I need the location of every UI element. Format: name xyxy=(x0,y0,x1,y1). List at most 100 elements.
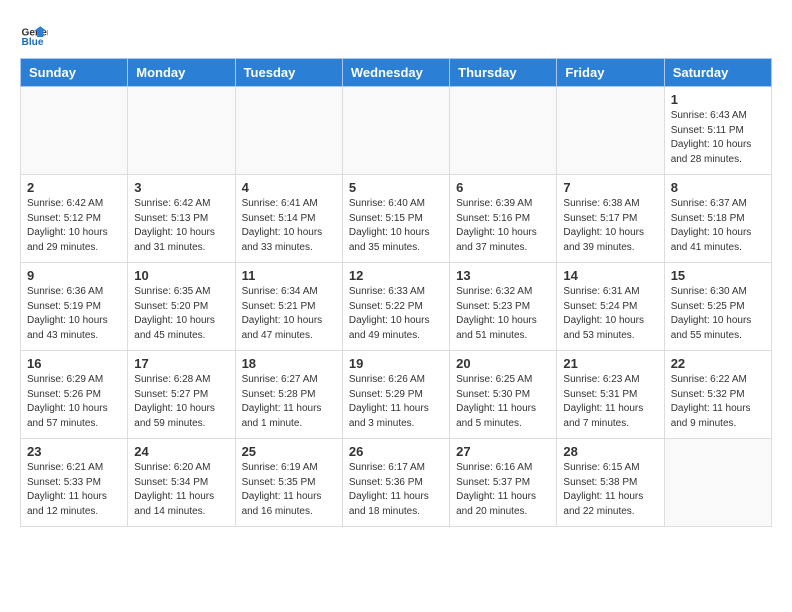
calendar-cell: 11 Sunrise: 6:34 AM Sunset: 5:21 PM Dayli… xyxy=(235,263,342,351)
calendar-cell: 1 Sunrise: 6:43 AM Sunset: 5:11 PM Daylig… xyxy=(664,87,771,175)
logo: General Blue xyxy=(20,20,52,48)
day-number: 2 xyxy=(27,180,121,195)
calendar-cell: 20 Sunrise: 6:25 AM Sunset: 5:30 PM Dayli… xyxy=(450,351,557,439)
day-info: Sunrise: 6:34 AM Sunset: 5:21 PM Dayligh… xyxy=(242,285,336,343)
day-number: 1 xyxy=(671,92,765,107)
day-info: Sunrise: 6:37 AM Sunset: 5:18 PM Dayligh… xyxy=(671,197,765,255)
calendar-cell xyxy=(450,87,557,175)
weekday-header-sunday: Sunday xyxy=(21,59,128,87)
day-info: Sunrise: 6:21 AM Sunset: 5:33 PM Dayligh… xyxy=(27,461,121,519)
day-info: Sunrise: 6:23 AM Sunset: 5:31 PM Dayligh… xyxy=(563,373,657,431)
calendar-cell: 9Sunrise: 6:36 AM Sunset: 5:19 PM Daylig… xyxy=(21,263,128,351)
day-info: Sunrise: 6:15 AM Sunset: 5:38 PM Dayligh… xyxy=(563,461,657,519)
day-info: Sunrise: 6:25 AM Sunset: 5:30 PM Dayligh… xyxy=(456,373,550,431)
day-number: 24 xyxy=(134,444,228,459)
day-number: 17 xyxy=(134,356,228,371)
day-info: Sunrise: 6:16 AM Sunset: 5:37 PM Dayligh… xyxy=(456,461,550,519)
day-info: Sunrise: 6:17 AM Sunset: 5:36 PM Dayligh… xyxy=(349,461,443,519)
day-number: 3 xyxy=(134,180,228,195)
calendar-cell: 8 Sunrise: 6:37 AM Sunset: 5:18 PM Daylig… xyxy=(664,175,771,263)
day-number: 12 xyxy=(349,268,443,283)
calendar-cell xyxy=(557,87,664,175)
calendar-cell: 25 Sunrise: 6:19 AM Sunset: 5:35 PM Dayli… xyxy=(235,439,342,527)
calendar-cell xyxy=(664,439,771,527)
calendar-cell: 22 Sunrise: 6:22 AM Sunset: 5:32 PM Dayli… xyxy=(664,351,771,439)
calendar-cell: 3 Sunrise: 6:42 AM Sunset: 5:13 PM Daylig… xyxy=(128,175,235,263)
week-row-2: 2 Sunrise: 6:42 AM Sunset: 5:12 PM Daylig… xyxy=(21,175,772,263)
day-number: 8 xyxy=(671,180,765,195)
calendar-cell: 7 Sunrise: 6:38 AM Sunset: 5:17 PM Daylig… xyxy=(557,175,664,263)
day-info: Sunrise: 6:22 AM Sunset: 5:32 PM Dayligh… xyxy=(671,373,765,431)
weekday-header-saturday: Saturday xyxy=(664,59,771,87)
calendar-cell xyxy=(128,87,235,175)
weekday-header-thursday: Thursday xyxy=(450,59,557,87)
day-number: 13 xyxy=(456,268,550,283)
day-info: Sunrise: 6:29 AM Sunset: 5:26 PM Dayligh… xyxy=(27,373,121,431)
day-number: 28 xyxy=(563,444,657,459)
calendar-cell: 5 Sunrise: 6:40 AM Sunset: 5:15 PM Daylig… xyxy=(342,175,449,263)
day-info: Sunrise: 6:42 AM Sunset: 5:13 PM Dayligh… xyxy=(134,197,228,255)
day-info: Sunrise: 6:20 AM Sunset: 5:34 PM Dayligh… xyxy=(134,461,228,519)
calendar-cell: 10 Sunrise: 6:35 AM Sunset: 5:20 PM Dayli… xyxy=(128,263,235,351)
day-info: Sunrise: 6:27 AM Sunset: 5:28 PM Dayligh… xyxy=(242,373,336,431)
calendar-cell: 4 Sunrise: 6:41 AM Sunset: 5:14 PM Daylig… xyxy=(235,175,342,263)
day-number: 25 xyxy=(242,444,336,459)
day-info: Sunrise: 6:19 AM Sunset: 5:35 PM Dayligh… xyxy=(242,461,336,519)
day-number: 4 xyxy=(242,180,336,195)
calendar-cell xyxy=(342,87,449,175)
day-info: Sunrise: 6:40 AM Sunset: 5:15 PM Dayligh… xyxy=(349,197,443,255)
calendar-cell: 17 Sunrise: 6:28 AM Sunset: 5:27 PM Dayli… xyxy=(128,351,235,439)
weekday-header-friday: Friday xyxy=(557,59,664,87)
day-number: 5 xyxy=(349,180,443,195)
day-number: 11 xyxy=(242,268,336,283)
week-row-5: 23 Sunrise: 6:21 AM Sunset: 5:33 PM Dayli… xyxy=(21,439,772,527)
day-number: 10 xyxy=(134,268,228,283)
day-info: Sunrise: 6:28 AM Sunset: 5:27 PM Dayligh… xyxy=(134,373,228,431)
calendar-cell: 28 Sunrise: 6:15 AM Sunset: 5:38 PM Dayli… xyxy=(557,439,664,527)
calendar-cell: 13 Sunrise: 6:32 AM Sunset: 5:23 PM Dayli… xyxy=(450,263,557,351)
day-info: Sunrise: 6:30 AM Sunset: 5:25 PM Dayligh… xyxy=(671,285,765,343)
day-info: Sunrise: 6:41 AM Sunset: 5:14 PM Dayligh… xyxy=(242,197,336,255)
day-info: Sunrise: 6:42 AM Sunset: 5:12 PM Dayligh… xyxy=(27,197,121,255)
day-number: 19 xyxy=(349,356,443,371)
day-number: 20 xyxy=(456,356,550,371)
calendar-cell: 27 Sunrise: 6:16 AM Sunset: 5:37 PM Dayli… xyxy=(450,439,557,527)
day-number: 21 xyxy=(563,356,657,371)
day-info: Sunrise: 6:32 AM Sunset: 5:23 PM Dayligh… xyxy=(456,285,550,343)
calendar-cell: 26Sunrise: 6:17 AM Sunset: 5:36 PM Dayli… xyxy=(342,439,449,527)
day-number: 9 xyxy=(27,268,121,283)
calendar-cell: 12 Sunrise: 6:33 AM Sunset: 5:22 PM Dayli… xyxy=(342,263,449,351)
day-number: 23 xyxy=(27,444,121,459)
calendar-cell: 18 Sunrise: 6:27 AM Sunset: 5:28 PM Dayli… xyxy=(235,351,342,439)
day-info: Sunrise: 6:35 AM Sunset: 5:20 PM Dayligh… xyxy=(134,285,228,343)
week-row-1: 1 Sunrise: 6:43 AM Sunset: 5:11 PM Daylig… xyxy=(21,87,772,175)
weekday-header-tuesday: Tuesday xyxy=(235,59,342,87)
day-number: 14 xyxy=(563,268,657,283)
calendar-cell: 24 Sunrise: 6:20 AM Sunset: 5:34 PM Dayli… xyxy=(128,439,235,527)
day-number: 15 xyxy=(671,268,765,283)
logo-icon: General Blue xyxy=(20,20,48,48)
day-number: 18 xyxy=(242,356,336,371)
page-header: General Blue xyxy=(20,20,772,48)
day-info: Sunrise: 6:39 AM Sunset: 5:16 PM Dayligh… xyxy=(456,197,550,255)
weekday-header-wednesday: Wednesday xyxy=(342,59,449,87)
day-info: Sunrise: 6:31 AM Sunset: 5:24 PM Dayligh… xyxy=(563,285,657,343)
day-number: 27 xyxy=(456,444,550,459)
week-row-3: 9Sunrise: 6:36 AM Sunset: 5:19 PM Daylig… xyxy=(21,263,772,351)
calendar-table: SundayMondayTuesdayWednesdayThursdayFrid… xyxy=(20,58,772,527)
calendar-cell xyxy=(235,87,342,175)
weekday-header-row: SundayMondayTuesdayWednesdayThursdayFrid… xyxy=(21,59,772,87)
day-number: 6 xyxy=(456,180,550,195)
calendar-cell: 14 Sunrise: 6:31 AM Sunset: 5:24 PM Dayli… xyxy=(557,263,664,351)
weekday-header-monday: Monday xyxy=(128,59,235,87)
day-info: Sunrise: 6:43 AM Sunset: 5:11 PM Dayligh… xyxy=(671,109,765,167)
calendar-cell: 19 Sunrise: 6:26 AM Sunset: 5:29 PM Dayli… xyxy=(342,351,449,439)
day-info: Sunrise: 6:26 AM Sunset: 5:29 PM Dayligh… xyxy=(349,373,443,431)
day-number: 22 xyxy=(671,356,765,371)
day-info: Sunrise: 6:33 AM Sunset: 5:22 PM Dayligh… xyxy=(349,285,443,343)
calendar-cell: 16Sunrise: 6:29 AM Sunset: 5:26 PM Dayli… xyxy=(21,351,128,439)
day-info: Sunrise: 6:38 AM Sunset: 5:17 PM Dayligh… xyxy=(563,197,657,255)
day-number: 7 xyxy=(563,180,657,195)
calendar-cell xyxy=(21,87,128,175)
week-row-4: 16Sunrise: 6:29 AM Sunset: 5:26 PM Dayli… xyxy=(21,351,772,439)
